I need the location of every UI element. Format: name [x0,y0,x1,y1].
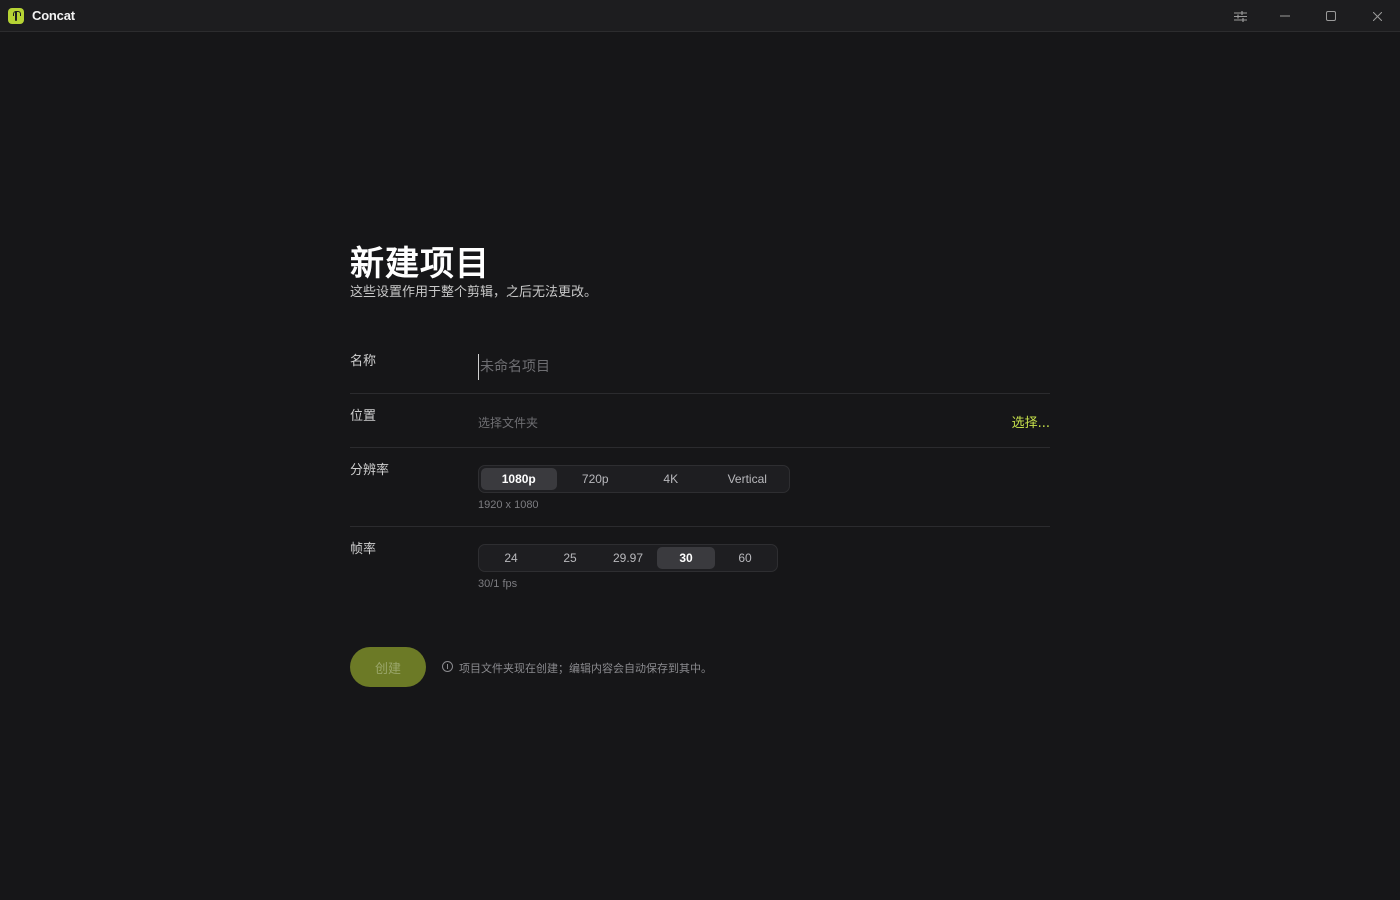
page-title: 新建项目 [350,244,490,284]
create-button[interactable]: 创建 [350,647,426,687]
title-bar: Concat [0,0,1400,32]
divider [350,447,1050,448]
framerate-option-30[interactable]: 30 [657,547,715,569]
app-logo-icon [8,8,24,24]
minimize-icon[interactable] [1262,0,1308,32]
framerate-option-60[interactable]: 60 [715,547,775,569]
project-name-input[interactable] [478,354,1038,380]
framerate-hint: 30/1 fps [478,578,518,590]
resolution-option-vertical[interactable]: Vertical [708,468,787,490]
resolution-option-1080p[interactable]: 1080p [481,468,557,490]
settings-sliders-icon[interactable] [1217,0,1263,32]
resolution-hint: 1920 x 1080 [478,499,539,511]
close-icon[interactable] [1354,0,1400,32]
framerate-option-29-97[interactable]: 29.97 [599,547,657,569]
info-icon [442,661,453,672]
page-subtitle: 这些设置作用于整个剪辑，之后无法更改。 [350,285,598,300]
resolution-option-4k[interactable]: 4K [634,468,708,490]
resolution-label: 分辨率 [350,463,390,478]
divider [350,526,1050,527]
info-text: 项目文件夹现在创建；编辑内容会自动保存到其中。 [459,662,712,675]
app-title: Concat [32,8,75,23]
framerate-option-25[interactable]: 25 [541,547,599,569]
maximize-icon[interactable] [1308,0,1354,32]
choose-folder-button[interactable]: 选择... [1012,412,1050,431]
divider [350,393,1050,394]
framerate-selector: 24 25 29.97 30 60 [478,544,778,572]
name-label: 名称 [350,354,377,369]
framerate-option-24[interactable]: 24 [481,547,541,569]
resolution-selector: 1080p 720p 4K Vertical [478,465,790,493]
location-label: 位置 [350,409,377,424]
resolution-option-720p[interactable]: 720p [557,468,635,490]
framerate-label: 帧率 [350,542,377,557]
folder-path-field[interactable]: 选择文件夹 [478,414,538,431]
